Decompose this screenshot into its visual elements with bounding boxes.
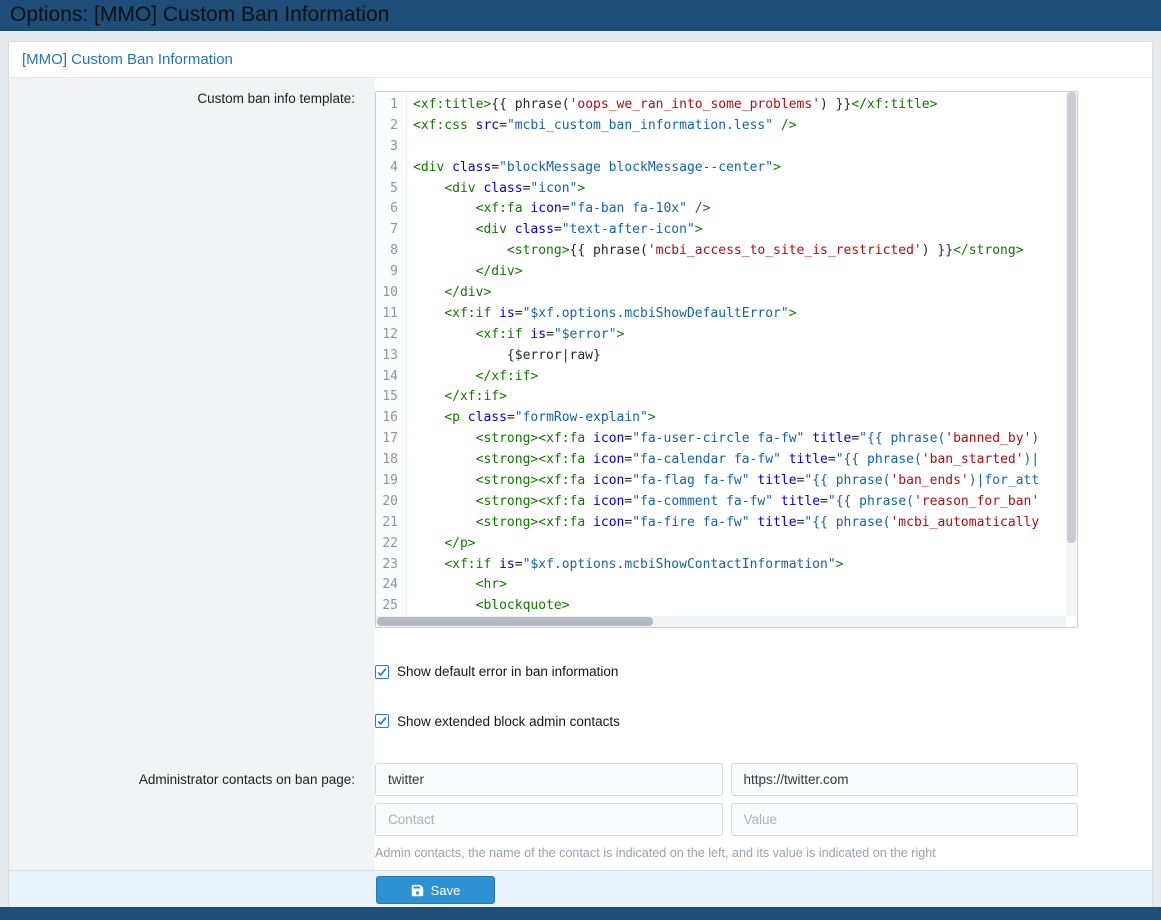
editor-code[interactable]: <xf:title>{{ phrase('oops_we_ran_into_so… bbox=[407, 92, 1066, 616]
horizontal-scrollbar-thumb[interactable] bbox=[377, 617, 653, 626]
page-title: Options: [MMO] Custom Ban Information bbox=[0, 0, 1161, 30]
block-header: [MMO] Custom Ban Information bbox=[9, 42, 1152, 78]
contact-value-input-2[interactable] bbox=[731, 803, 1079, 836]
checkbox-label: Show default error in ban information bbox=[397, 664, 618, 679]
option-row-extended-contacts: Show extended block admin contacts bbox=[9, 683, 1152, 733]
check-icon bbox=[376, 715, 388, 727]
editor-horizontal-scrollbar[interactable] bbox=[376, 616, 1066, 627]
template-row: Custom ban info template: 12345678910111… bbox=[9, 78, 1152, 644]
topbar: Options: [MMO] Custom Ban Information bbox=[0, 0, 1161, 31]
option-row-default-error: Show default error in ban information bbox=[9, 644, 1152, 683]
empty-label-cell bbox=[9, 683, 375, 733]
checkbox-checked-icon[interactable] bbox=[375, 665, 389, 679]
save-button[interactable]: Save bbox=[376, 876, 495, 904]
editor-vertical-scrollbar[interactable] bbox=[1066, 92, 1077, 616]
contacts-row: Administrator contacts on ban page: Admi… bbox=[9, 732, 1152, 870]
contact-name-input-1[interactable] bbox=[375, 763, 723, 796]
contact-value-input-1[interactable] bbox=[731, 763, 1079, 796]
checkbox-label: Show extended block admin contacts bbox=[397, 714, 620, 729]
checkbox-show-default-error[interactable]: Show default error in ban information bbox=[375, 664, 618, 679]
contact-name-input-2[interactable] bbox=[375, 803, 723, 836]
bottom-bar bbox=[0, 907, 1161, 920]
editor-gutter: 1234567891011121314151617181920212223242… bbox=[376, 92, 407, 616]
save-button-label: Save bbox=[431, 883, 461, 898]
contacts-grid bbox=[375, 763, 1078, 836]
empty-label-cell bbox=[9, 644, 375, 683]
vertical-scrollbar-thumb[interactable] bbox=[1067, 92, 1076, 543]
save-icon bbox=[411, 884, 424, 897]
check-icon bbox=[376, 666, 388, 678]
form-footer: Save bbox=[9, 870, 1152, 909]
checkbox-show-extended-contacts[interactable]: Show extended block admin contacts bbox=[375, 714, 620, 729]
contacts-row-label: Administrator contacts on ban page: bbox=[9, 732, 375, 870]
options-card: [MMO] Custom Ban Information Custom ban … bbox=[8, 41, 1153, 910]
template-row-label: Custom ban info template: bbox=[9, 78, 375, 644]
code-editor[interactable]: 1234567891011121314151617181920212223242… bbox=[375, 91, 1078, 628]
contacts-explain: Admin contacts, the name of the contact … bbox=[375, 846, 1078, 860]
checkbox-checked-icon[interactable] bbox=[375, 714, 389, 728]
